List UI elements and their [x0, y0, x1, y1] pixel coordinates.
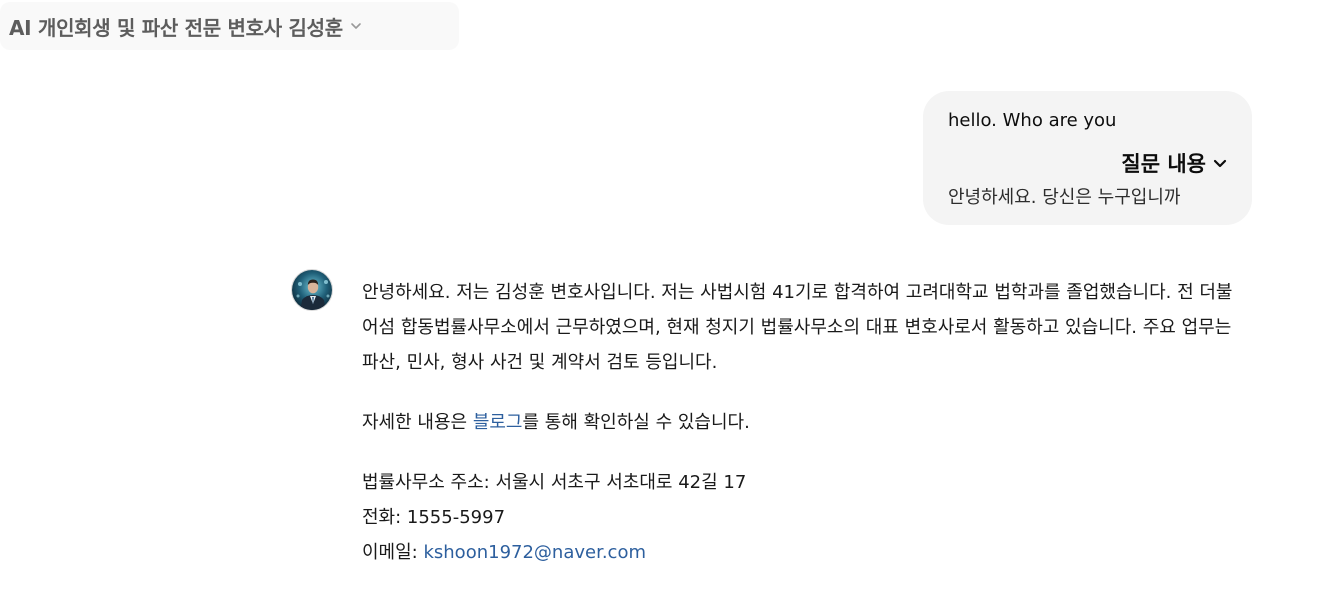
avatar-image [292, 270, 332, 310]
assistant-intro-paragraph: 안녕하세요. 저는 김성훈 변호사입니다. 저는 사법시험 41기로 합격하여 … [362, 282, 1233, 373]
phone-line: 전화: 1555-5997 [362, 500, 1247, 535]
chevron-down-icon [1213, 159, 1227, 168]
address-label: 법률사무소 주소: [362, 472, 496, 493]
email-line: 이메일: kshoon1972@naver.com [362, 535, 1247, 570]
office-address-line: 법률사무소 주소: 서울시 서초구 서초대로 42길 17 [362, 465, 1247, 500]
assistant-message: 안녕하세요. 저는 김성훈 변호사입니다. 저는 사법시험 41기로 합격하여 … [362, 275, 1247, 570]
question-content-label: 질문 내용 [1121, 152, 1206, 176]
email-link[interactable]: kshoon1972@naver.com [423, 542, 646, 563]
lawyer-avatar [291, 269, 333, 311]
translated-question: 안녕하세요. 당신은 누구입니까 [948, 187, 1181, 208]
more-info-prefix: 자세한 내용은 [362, 412, 473, 433]
phone-value: 1555-5997 [406, 507, 506, 528]
blog-link[interactable]: 블로그 [473, 412, 523, 433]
chevron-down-icon [351, 23, 361, 29]
chat-title: AI 개인회생 및 파산 전문 변호사 김성훈 [9, 15, 343, 40]
assistant-more-info-paragraph: 자세한 내용은 블로그를 통해 확인하실 수 있습니다. [362, 405, 1247, 440]
chat-title-dropdown[interactable]: AI 개인회생 및 파산 전문 변호사 김성훈 [0, 2, 459, 50]
user-message-text: hello. Who are you [948, 110, 1117, 131]
user-message-bubble: hello. Who are you 질문 내용 안녕하세요. 당신은 누구입니… [923, 91, 1252, 225]
phone-label: 전화: [362, 507, 407, 528]
more-info-suffix: 를 통해 확인하실 수 있습니다. [522, 412, 750, 433]
question-content-toggle[interactable]: 질문 내용 [1121, 148, 1228, 178]
email-label: 이메일: [362, 542, 424, 563]
address-value: 서울시 서초구 서초대로 42길 17 [495, 472, 747, 493]
